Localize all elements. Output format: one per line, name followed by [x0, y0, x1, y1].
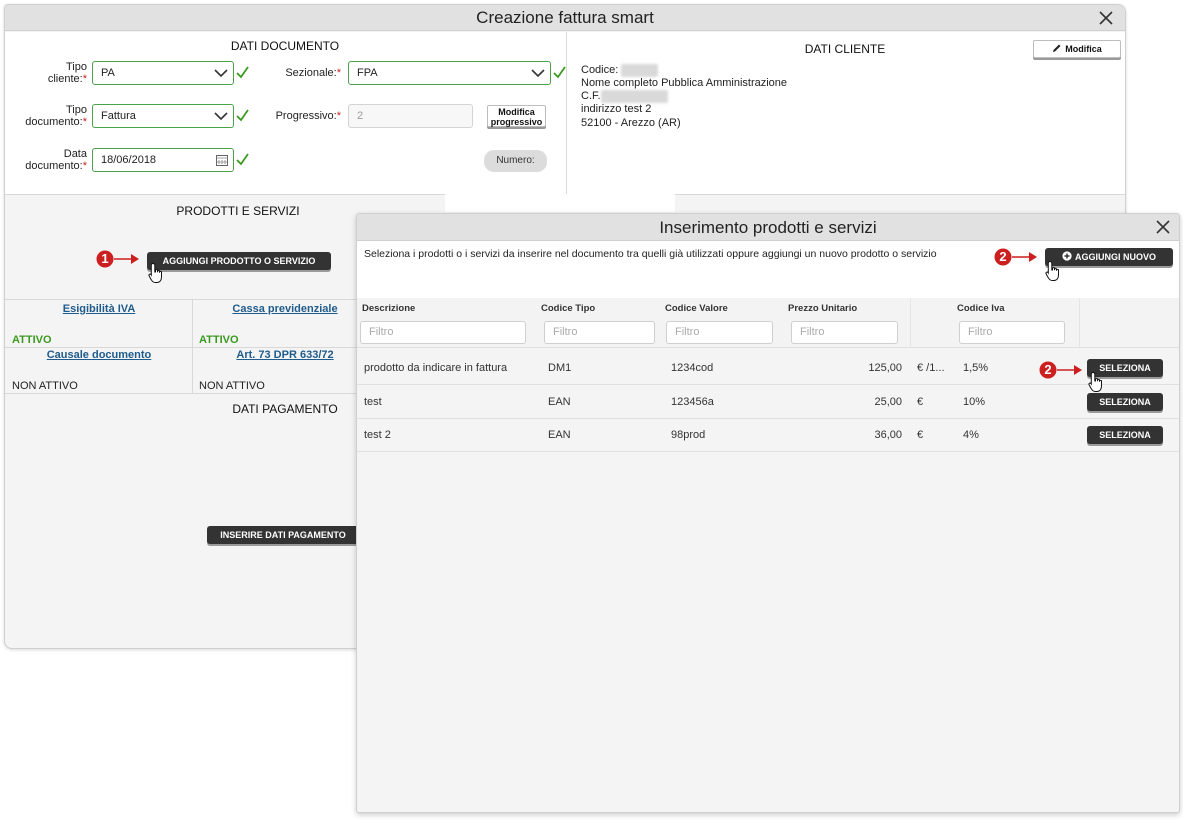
cell-iva: 10%: [963, 396, 986, 408]
close-icon[interactable]: [1156, 220, 1172, 236]
dati-cliente-title: DATI CLIENTE: [804, 42, 886, 56]
cell-valuta: €: [917, 429, 924, 441]
filter-codice-valore[interactable]: Filtro: [666, 321, 773, 344]
cf-value: 01234567891: [600, 90, 668, 103]
cell-descrizione: prodotto da indicare in fattura: [364, 362, 508, 374]
invoice-dialog-title: Creazione fattura smart: [5, 5, 1125, 31]
hand-cursor-icon: [1088, 371, 1102, 392]
column-header-codice-iva: Codice Iva: [957, 303, 1005, 314]
cell-codice-valore: 98prod: [671, 429, 706, 441]
codice-line: Codice: 000000: [581, 64, 659, 77]
causale-documento-link[interactable]: Causale documento: [35, 349, 163, 361]
cell-codice-tipo: DM1: [548, 362, 572, 374]
cliente-nome: Nome completo Pubblica Amministrazione: [581, 77, 788, 89]
product-dialog-title: Inserimento prodotti e servizi: [357, 214, 1179, 241]
dati-documento-title: DATI DOCUMENTO: [230, 39, 340, 53]
tipo-documento-select[interactable]: Fattura: [92, 104, 234, 128]
data-documento-input[interactable]: 18/06/2018: [92, 148, 234, 172]
cell-prezzo: 25,00: [874, 396, 902, 408]
cf-line: C.F.01234567891: [581, 90, 668, 103]
tipo-cliente-select[interactable]: PA: [92, 61, 234, 85]
filter-descrizione[interactable]: Filtro: [360, 321, 526, 344]
table-row: test EAN 123456a 25,00 € 10% SELEZIONA: [357, 386, 1179, 419]
column-header-prezzo: Prezzo Unitario: [788, 303, 858, 314]
inserire-pagamento-button[interactable]: INSERIRE DATI PAGAMENTO: [207, 526, 359, 544]
tipo-documento-label: Tipo documento:*: [25, 104, 87, 128]
column-header-descrizione: Descrizione: [362, 303, 416, 314]
cell-iva: 1,5%: [963, 362, 989, 374]
step-2-marker: 2: [1039, 361, 1087, 384]
filter-prezzo[interactable]: Filtro: [791, 321, 898, 344]
filter-codice-iva[interactable]: Filtro: [959, 321, 1065, 344]
cell-codice-valore: 1234cod: [671, 362, 714, 374]
chevron-down-icon: [214, 69, 228, 78]
seleziona-button[interactable]: SELEZIONA: [1087, 426, 1163, 444]
cell-descrizione: test 2: [364, 429, 391, 441]
sezionale-select[interactable]: FPA: [348, 61, 551, 85]
dati-pagamento-title: DATI PAGAMENTO: [232, 402, 338, 416]
esigibilita-state: ATTIVO: [12, 334, 52, 346]
cell-codice-valore: 123456a: [671, 396, 714, 408]
cell-prezzo: 125,00: [868, 362, 902, 374]
progressivo-label: Progressivo:*: [275, 110, 341, 122]
filter-codice-tipo[interactable]: Filtro: [544, 321, 655, 344]
modifica-cliente-button[interactable]: Modifica: [1033, 40, 1121, 58]
causale-state: NON ATTIVO: [12, 380, 78, 392]
cliente-citta: 52100 - Arezzo (AR): [581, 117, 681, 129]
hand-cursor-icon: [148, 262, 162, 283]
cell-valuta: €: [917, 396, 924, 408]
cassa-state: ATTIVO: [199, 334, 239, 346]
codice-value: 000000: [621, 64, 659, 77]
chevron-down-icon: [214, 112, 228, 121]
esigibilita-iva-link[interactable]: Esigibilità IVA: [35, 303, 163, 315]
seleziona-button[interactable]: SELEZIONA: [1087, 393, 1163, 411]
cell-codice-tipo: EAN: [548, 396, 571, 408]
check-icon: [236, 153, 249, 166]
cell-codice-tipo: EAN: [548, 429, 571, 441]
art73-state: NON ATTIVO: [199, 380, 265, 392]
data-documento-label: Data documento:*: [25, 148, 87, 172]
step-1-marker: 1: [96, 250, 144, 273]
art73-link[interactable]: Art. 73 DPR 633/72: [221, 349, 349, 361]
cell-prezzo: 36,00: [874, 429, 902, 441]
hand-cursor-icon: [1045, 260, 1059, 281]
prodotti-title: PRODOTTI E SERVIZI: [176, 204, 300, 218]
aggiungi-nuovo-button[interactable]: AGGIUNGI NUOVO: [1045, 248, 1173, 266]
cassa-previdenziale-link[interactable]: Cassa previdenziale: [221, 303, 349, 315]
cell-valuta: € /1...: [917, 362, 945, 374]
step-2-marker: 2: [994, 248, 1042, 271]
plus-circle-icon: [1062, 251, 1072, 261]
chevron-down-icon: [531, 69, 545, 78]
check-icon: [236, 66, 249, 79]
product-dialog: Inserimento prodotti e servizi Seleziona…: [356, 213, 1180, 813]
column-header-codice-tipo: Codice Tipo: [541, 303, 596, 314]
tipo-cliente-label: Tipo cliente:*: [47, 61, 87, 85]
product-dialog-description: Seleziona i prodotti o i servizi da inse…: [364, 248, 937, 260]
progressivo-input: 2: [348, 104, 473, 128]
cliente-indirizzo: indirizzo test 2: [581, 103, 652, 115]
close-icon[interactable]: [1099, 11, 1115, 27]
check-icon: [553, 66, 566, 79]
aggiungi-prodotto-button[interactable]: AGGIUNGI PRODOTTO O SERVIZIO: [147, 252, 331, 270]
cell-iva: 4%: [963, 429, 979, 441]
modifica-progressivo-button[interactable]: Modifica progressivo: [487, 105, 546, 127]
calendar-icon: [216, 155, 228, 166]
pencil-icon: [1053, 44, 1061, 52]
sezionale-label: Sezionale:*: [285, 67, 341, 79]
column-header-codice-valore: Codice Valore: [665, 303, 728, 314]
check-icon: [236, 109, 249, 122]
table-row: test 2 EAN 98prod 36,00 € 4% SELEZIONA: [357, 419, 1179, 452]
cell-descrizione: test: [364, 396, 382, 408]
numero-button[interactable]: Numero:: [484, 150, 547, 172]
